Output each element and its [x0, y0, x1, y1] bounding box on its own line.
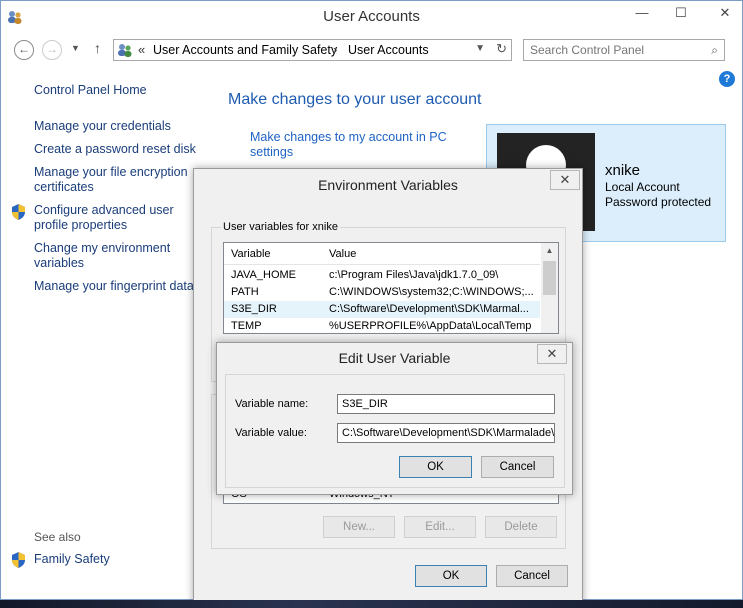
user-variables-scrollbar[interactable]: ▲ [541, 243, 558, 333]
see-also-label: See also [34, 530, 81, 544]
back-button[interactable]: ← [14, 40, 34, 60]
column-header-variable[interactable]: Variable [231, 248, 271, 260]
variable-value-cell: %USERPROFILE%\AppData\Local\Temp [329, 320, 532, 332]
scroll-up-icon[interactable]: ▲ [541, 246, 558, 255]
change-environment-variables-link[interactable]: Change my environment variables [34, 241, 184, 271]
variable-name-cell: S3E_DIR [231, 303, 277, 315]
table-row[interactable]: JAVA_HOME c:\Program Files\Java\jdk1.7.0… [224, 267, 540, 284]
system-edit-button[interactable]: Edit... [404, 516, 476, 538]
breadcrumb-user-accounts-family-safety[interactable]: User Accounts and Family Safety [153, 43, 337, 57]
table-row[interactable]: PATH C:\WINDOWS\system32;C:\WINDOWS;... [224, 284, 540, 301]
maximize-button[interactable]: ☐ [666, 1, 696, 25]
help-icon[interactable]: ? [719, 71, 735, 87]
configure-advanced-profile-link[interactable]: Configure advanced user profile properti… [34, 203, 184, 233]
user-name: xnike [605, 162, 641, 179]
edit-user-variable-dialog: Edit User Variable ✕ Variable name: S3E_… [216, 342, 573, 495]
user-variables-list[interactable]: Variable Value JAVA_HOME c:\Program File… [223, 242, 559, 334]
edit-cancel-button[interactable]: Cancel [481, 456, 554, 478]
variable-name-cell: JAVA_HOME [231, 269, 296, 281]
page-heading: Make changes to your user account [228, 91, 482, 108]
address-dropdown-chevron-down-icon[interactable]: ▼ [475, 43, 485, 54]
search-input[interactable] [530, 42, 700, 58]
breadcrumb-separator-icon[interactable]: › [333, 42, 337, 57]
system-new-button[interactable]: New... [323, 516, 395, 538]
environment-variables-close-button[interactable]: ✕ [550, 170, 580, 190]
search-box[interactable]: ⌕ [523, 39, 725, 61]
manage-fingerprint-link[interactable]: Manage your fingerprint data [34, 279, 194, 294]
pc-settings-link[interactable]: Make changes to my account in PC setting… [250, 130, 470, 160]
env-ok-button[interactable]: OK [415, 565, 487, 587]
variable-value-cell: C:\WINDOWS\system32;C:\WINDOWS;... [329, 286, 534, 298]
env-cancel-button[interactable]: Cancel [496, 565, 568, 587]
scrollbar-thumb[interactable] [543, 261, 556, 295]
table-row-selected[interactable]: S3E_DIR C:\Software\Development\SDK\Marm… [224, 301, 540, 318]
variable-name-cell: PATH [231, 286, 259, 298]
password-status: Password protected [605, 195, 712, 209]
edit-ok-button[interactable]: OK [399, 456, 472, 478]
variable-value-label: Variable value: [235, 427, 307, 439]
user-variables-group-label: User variables for xnike [221, 221, 340, 233]
table-row[interactable]: TEMP %USERPROFILE%\AppData\Local\Temp [224, 318, 540, 333]
edit-user-variable-close-button[interactable]: ✕ [537, 344, 567, 364]
manage-credentials-link[interactable]: Manage your credentials [34, 119, 171, 134]
variable-value-cell: C:\Software\Development\SDK\Marmal... [329, 303, 529, 315]
refresh-icon[interactable]: ↻ [496, 41, 507, 57]
search-icon[interactable]: ⌕ [711, 43, 718, 58]
edit-user-variable-title: Edit User Variable [338, 350, 451, 366]
account-type: Local Account [605, 180, 680, 194]
control-panel-icon [118, 44, 132, 57]
title-bar[interactable]: User Accounts — ☐ ✕ [1, 1, 742, 33]
variable-name-cell: TEMP [231, 320, 262, 332]
navigation-bar: ← → ▼ ↑ « User Accounts and Family Safet… [1, 37, 742, 63]
family-safety-shield-icon [12, 552, 25, 568]
create-password-reset-disk-link[interactable]: Create a password reset disk [34, 142, 196, 157]
minimize-button[interactable]: — [627, 1, 657, 25]
column-header-value[interactable]: Value [329, 248, 356, 260]
system-delete-button[interactable]: Delete [485, 516, 557, 538]
user-variables-header: Variable Value [224, 243, 540, 265]
variable-name-field[interactable]: S3E_DIR [337, 394, 555, 414]
uac-shield-icon [12, 204, 25, 220]
family-safety-link[interactable]: Family Safety [34, 552, 110, 567]
control-panel-home-link[interactable]: Control Panel Home [34, 83, 147, 98]
recent-locations-chevron-down-icon[interactable]: ▼ [71, 43, 80, 53]
breadcrumb-user-accounts[interactable]: User Accounts [348, 43, 429, 57]
variable-value-cell: c:\Program Files\Java\jdk1.7.0_09\ [329, 269, 499, 281]
desktop-background [0, 600, 743, 608]
manage-file-encryption-link[interactable]: Manage your file encryption certificates [34, 165, 194, 195]
close-button[interactable]: ✕ [708, 1, 742, 25]
forward-button[interactable]: → [42, 40, 62, 60]
address-bar[interactable]: « User Accounts and Family Safety › User… [113, 39, 512, 61]
breadcrumb-overflow-icon[interactable]: « [138, 42, 145, 57]
variable-value-field[interactable]: C:\Software\Development\SDK\Marmalade\ [337, 423, 555, 443]
environment-variables-title: Environment Variables [318, 177, 458, 193]
variable-name-label: Variable name: [235, 398, 309, 410]
up-arrow-icon[interactable]: ↑ [94, 40, 101, 56]
